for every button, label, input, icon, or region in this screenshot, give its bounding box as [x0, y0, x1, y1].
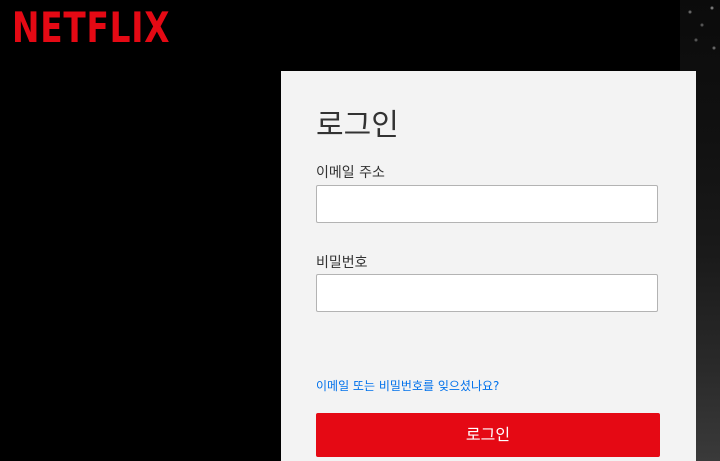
netflix-logo[interactable]: NETFLIX — [12, 0, 170, 56]
login-title: 로그인 — [316, 108, 399, 143]
login-card: 로그인 이메일 주소 비밀번호 이메일 또는 비밀번호를 잊으셨나요? 로그인 — [281, 71, 696, 461]
login-button[interactable]: 로그인 — [316, 413, 660, 457]
password-input[interactable] — [316, 274, 658, 312]
password-label: 비밀번호 — [316, 255, 368, 271]
email-label: 이메일 주소 — [316, 165, 385, 181]
forgot-credentials-link[interactable]: 이메일 또는 비밀번호를 잊으셨나요? — [316, 378, 499, 394]
login-page: NETFLIX 로그인 이메일 주소 비밀번호 이메일 또는 비밀번호를 잊으셨… — [0, 0, 720, 461]
email-input[interactable] — [316, 185, 658, 223]
